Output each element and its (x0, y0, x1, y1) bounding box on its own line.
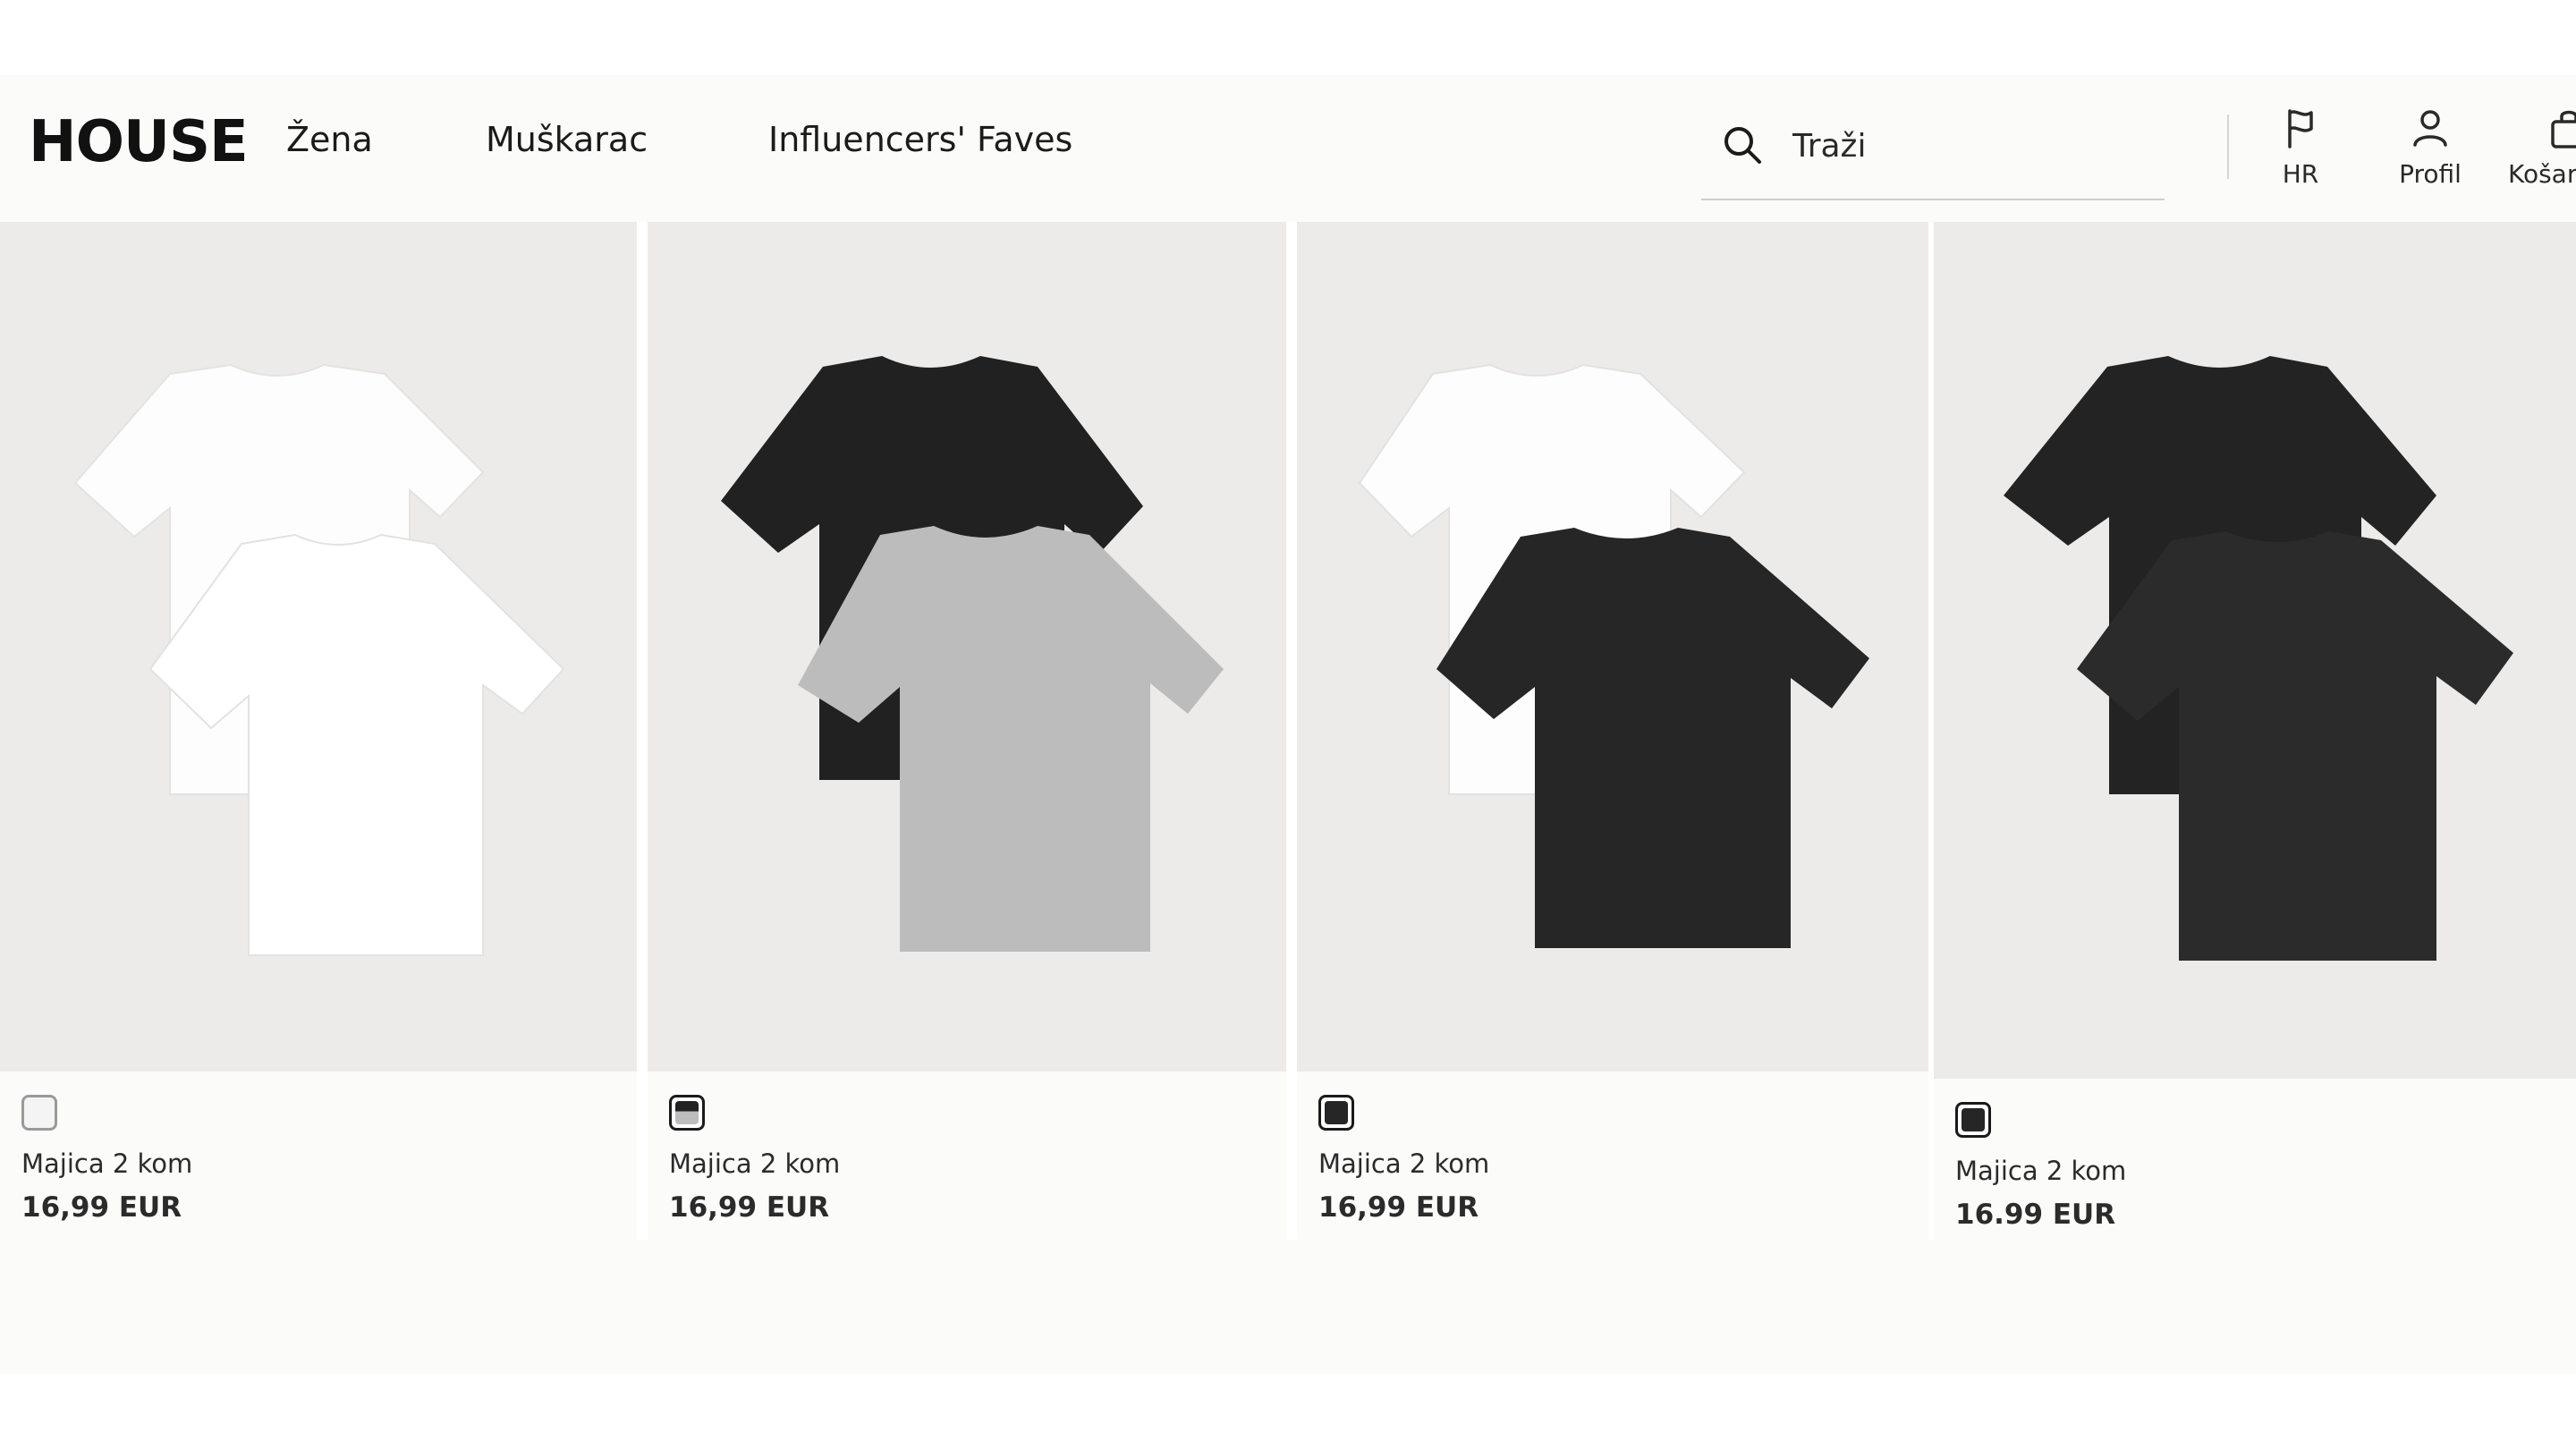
tshirt-pair-image (1358, 363, 1869, 948)
user-icon (2413, 110, 2447, 147)
search-bar (1701, 111, 2165, 200)
profile-button[interactable]: Profil (2390, 106, 2470, 195)
product-image[interactable] (0, 222, 637, 1072)
nav-item-influencers-faves[interactable]: Influencers' Faves (768, 120, 1072, 159)
search-icon[interactable] (1721, 123, 1764, 166)
product-price: 16,99 EUR (1318, 1191, 1479, 1224)
cart-button[interactable]: Košar (2504, 106, 2576, 195)
product-price: 16.99 EUR (1955, 1199, 2116, 1231)
product-info: Majica 2 kom 16.99 EUR (1934, 1079, 2576, 1240)
country-label: HR (2282, 159, 2319, 189)
bag-icon (2551, 110, 2576, 148)
tshirt-pair-image (721, 356, 1224, 952)
product-info: Majica 2 kom 16,99 EUR (0, 1072, 637, 1240)
header-divider (2227, 114, 2229, 179)
product-name[interactable]: Majica 2 kom (21, 1148, 192, 1179)
cart-label: Košar (2508, 159, 2576, 189)
product-name[interactable]: Majica 2 kom (669, 1148, 840, 1179)
top-margin (0, 0, 2576, 75)
grid-bottom-area (0, 1240, 2576, 1374)
product-info: Majica 2 kom 16,99 EUR (1297, 1072, 1928, 1240)
product-name[interactable]: Majica 2 kom (1318, 1148, 1489, 1179)
search-input[interactable] (1791, 120, 2152, 172)
nav-item-men[interactable]: Muškarac (486, 120, 648, 159)
product-image[interactable] (1934, 222, 2576, 1079)
product-image[interactable] (648, 222, 1286, 1072)
site-header: HOUSE Žena Muškarac Influencers' Faves H… (0, 75, 2576, 222)
color-swatch[interactable] (1318, 1095, 1354, 1131)
color-swatch[interactable] (21, 1095, 57, 1131)
color-swatch[interactable] (1955, 1102, 1991, 1138)
product-price: 16,99 EUR (669, 1191, 830, 1224)
product-image[interactable] (1297, 222, 1928, 1072)
product-price: 16,99 EUR (21, 1191, 182, 1224)
tshirt-pair-image (73, 363, 565, 956)
product-info: Majica 2 kom 16,99 EUR (648, 1072, 1286, 1240)
color-swatch[interactable] (669, 1095, 705, 1131)
brand-logo[interactable]: HOUSE (29, 109, 249, 175)
product-name[interactable]: Majica 2 kom (1955, 1156, 2126, 1186)
tshirt-pair-image (2004, 356, 2513, 961)
nav-item-women[interactable]: Žena (286, 120, 373, 159)
bottom-margin (0, 1374, 2576, 1449)
page: HOUSE Žena Muškarac Influencers' Faves H… (0, 0, 2576, 1449)
profile-label: Profil (2399, 159, 2462, 189)
country-selector-button[interactable]: HR (2267, 106, 2334, 195)
flag-icon (2288, 109, 2313, 148)
